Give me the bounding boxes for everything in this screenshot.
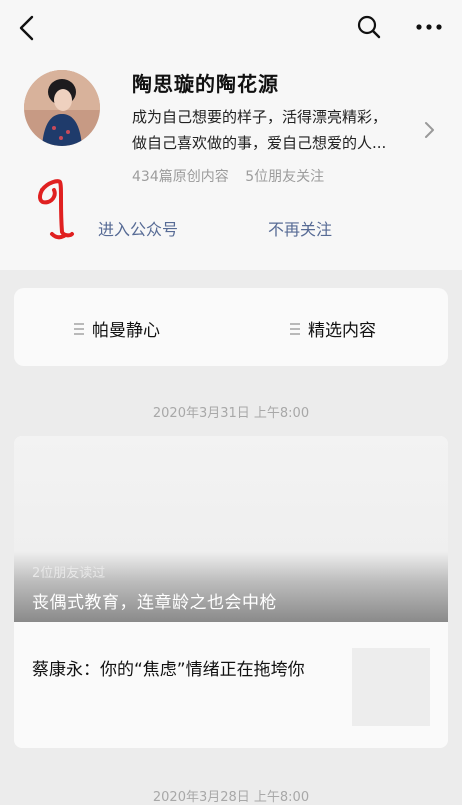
message-timestamp: 2020年3月31日 上午8:00 (152, 406, 310, 421)
enter-account-button[interactable]: 进入公众号 (98, 216, 178, 240)
search-icon[interactable] (356, 14, 382, 40)
friends-following: 5位朋友关注 (245, 169, 325, 185)
menu-item-label: 精选内容 (308, 321, 376, 341)
article-thumbnail[interactable] (352, 648, 430, 726)
article-title: 丧偶式教育，连章龄之也会中枪 (32, 593, 277, 613)
menu-list-icon (74, 322, 84, 335)
account-menu: 帕曼静心 精选内容 (14, 288, 448, 366)
account-name: 陶思璇的陶花源 (132, 72, 279, 96)
account-profile: 陶思璇的陶花源 成为自己想要的样子，活得漂亮精彩， 做自己喜欢做的事，爱自己想爱… (0, 56, 462, 270)
menu-item-label: 帕曼静心 (92, 321, 160, 341)
more-icon[interactable] (414, 14, 444, 40)
friends-read-label: 2位朋友读过 (32, 566, 106, 581)
message-timestamp: 2020年3月28日 上午8:00 (152, 790, 310, 805)
original-count: 434篇原创内容 (132, 169, 229, 185)
bio-line: 做自己喜欢做的事，爱自己想爱的人... (132, 134, 387, 152)
back-arrow-icon[interactable] (14, 14, 40, 42)
article-title[interactable]: 蔡康永：你的“焦虑”情绪正在拖垮你 (32, 656, 332, 684)
menu-item-pamanjingxin[interactable]: 帕曼静心 (74, 316, 160, 341)
article-card: 2位朋友读过 丧偶式教育，连章龄之也会中枪 蔡康永：你的“焦虑”情绪正在拖垮你 (14, 436, 448, 748)
bio-line: 成为自己想要的样子，活得漂亮精彩， (132, 108, 388, 126)
menu-list-icon (290, 322, 300, 335)
chevron-right-icon[interactable] (422, 120, 436, 140)
top-bar (0, 0, 462, 56)
article-cover[interactable]: 2位朋友读过 丧偶式教育，连章龄之也会中枪 (14, 436, 448, 622)
menu-item-featured[interactable]: 精选内容 (290, 316, 376, 341)
unfollow-button[interactable]: 不再关注 (268, 216, 332, 240)
account-stats: 434篇原创内容 5位朋友关注 (132, 166, 324, 186)
handwritten-annotation (38, 179, 74, 240)
avatar[interactable] (24, 70, 100, 146)
account-bio[interactable]: 成为自己想要的样子，活得漂亮精彩， 做自己喜欢做的事，爱自己想爱的人... (132, 104, 422, 156)
